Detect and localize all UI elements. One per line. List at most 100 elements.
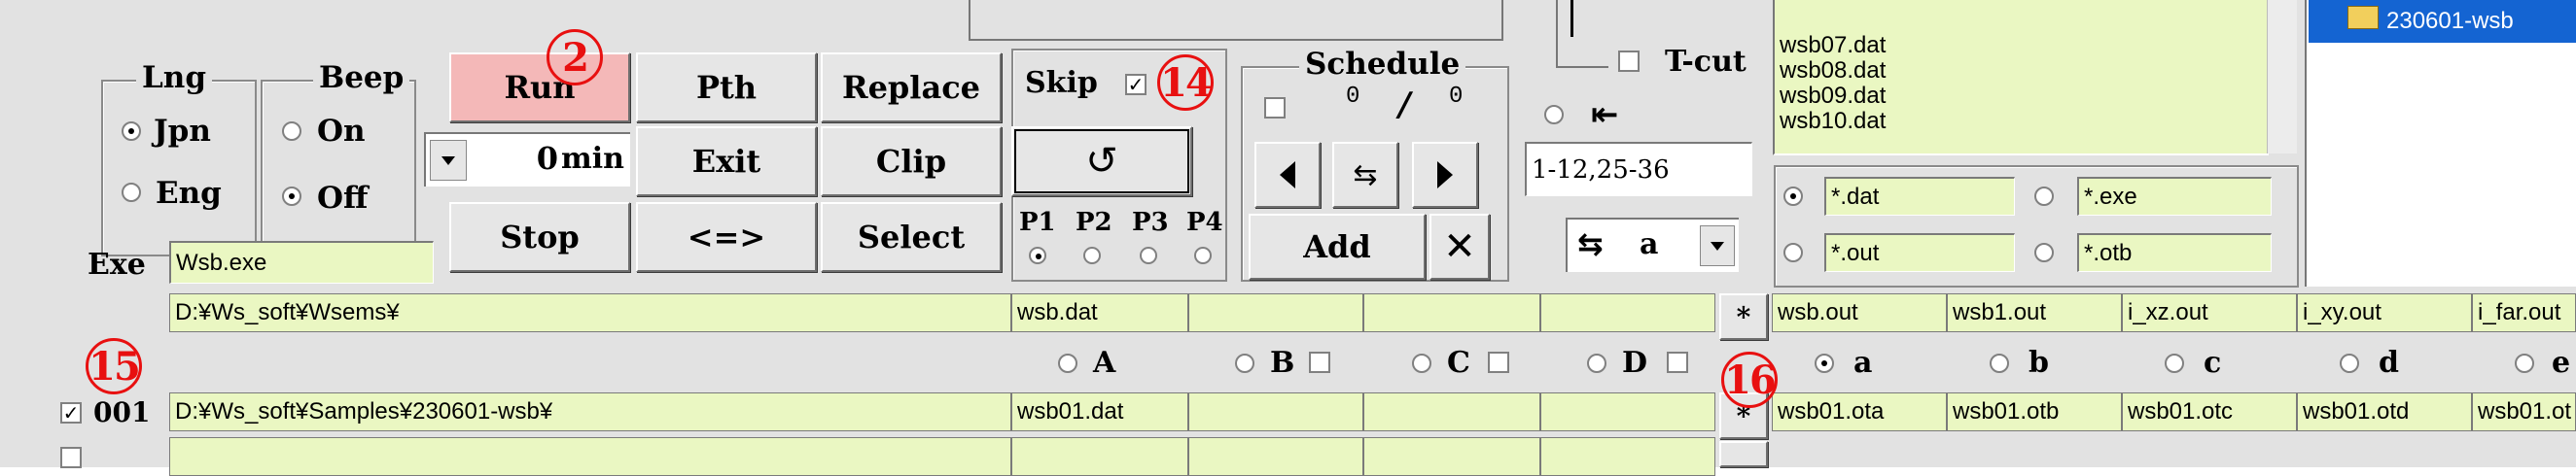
row-001-input-c[interactable] bbox=[1363, 392, 1540, 431]
row-001-output-b[interactable]: wsb01.otb bbox=[1947, 392, 2122, 431]
row-001-path[interactable]: D:¥Ws_soft¥Samples¥230601-wsb¥ bbox=[169, 392, 1011, 431]
annotation-badge-run: 2 bbox=[547, 29, 603, 85]
input-col-b-radio[interactable] bbox=[1235, 354, 1254, 373]
input-col-d-checkbox[interactable] bbox=[1667, 352, 1688, 373]
tcut-radio[interactable] bbox=[1544, 105, 1564, 124]
file-list-item[interactable]: wsb08.dat bbox=[1780, 58, 1886, 84]
output-col-c-radio[interactable] bbox=[2165, 354, 2184, 373]
row-002-marker-button[interactable] bbox=[1719, 441, 1768, 467]
folder-tree[interactable]: 230601-wsb bbox=[2305, 0, 2576, 287]
row-002-input-d[interactable] bbox=[1540, 437, 1715, 476]
min-spinner[interactable]: 0 min bbox=[424, 132, 630, 187]
tcut-checkbox[interactable] bbox=[1618, 51, 1640, 72]
base-marker-button[interactable]: * bbox=[1719, 293, 1768, 340]
input-col-a-radio[interactable] bbox=[1058, 354, 1077, 373]
schedule-center-button[interactable]: ⇆ bbox=[1332, 142, 1398, 208]
row-001-checkbox[interactable]: ✓ bbox=[60, 402, 82, 424]
replace-button[interactable]: Replace bbox=[821, 52, 1002, 122]
row-001-input-a[interactable]: wsb01.dat bbox=[1011, 392, 1188, 431]
skip-checkbox[interactable]: ✓ bbox=[1125, 74, 1147, 95]
select-button[interactable]: Select bbox=[821, 202, 1002, 272]
schedule-prev-button[interactable] bbox=[1254, 142, 1321, 208]
input-col-b-checkbox[interactable] bbox=[1309, 352, 1330, 373]
row-001-input-b[interactable] bbox=[1188, 392, 1363, 431]
clip-button[interactable]: Clip bbox=[821, 126, 1002, 196]
row-001-output-e[interactable]: wsb01.ot bbox=[2472, 392, 2576, 431]
output-col-e-radio[interactable] bbox=[2515, 354, 2534, 373]
stop-button[interactable]: Stop bbox=[449, 202, 630, 272]
p1-radio[interactable] bbox=[1029, 247, 1046, 264]
add-button[interactable]: Add bbox=[1249, 214, 1426, 280]
output-col-d-label: d bbox=[2379, 346, 2399, 380]
file-list-item[interactable]: wsb10.dat bbox=[1780, 109, 1886, 134]
lng-group-title: Lng bbox=[136, 62, 213, 93]
input-col-d-radio[interactable] bbox=[1587, 354, 1606, 373]
base-input-file-d[interactable] bbox=[1540, 293, 1715, 332]
filter-out-input[interactable]: *.out bbox=[1824, 233, 2015, 272]
lng-jpn-radio[interactable] bbox=[122, 121, 141, 141]
base-input-file-b[interactable] bbox=[1188, 293, 1363, 332]
input-col-c-checkbox[interactable] bbox=[1488, 352, 1509, 373]
p3-radio[interactable] bbox=[1140, 247, 1157, 264]
filter-dat-input[interactable]: *.dat bbox=[1824, 177, 2015, 216]
p4-radio[interactable] bbox=[1194, 247, 1212, 264]
p2-radio[interactable] bbox=[1083, 247, 1101, 264]
input-col-c-radio[interactable] bbox=[1412, 354, 1431, 373]
schedule-checkbox[interactable] bbox=[1264, 97, 1286, 119]
file-list-item[interactable]: wsb07.dat bbox=[1780, 33, 1886, 58]
base-output-c[interactable]: i_xz.out bbox=[2122, 293, 2297, 332]
run-button[interactable]: Run bbox=[449, 52, 630, 122]
output-col-a-label: a bbox=[1853, 346, 1873, 380]
beep-off-radio[interactable] bbox=[282, 187, 301, 206]
sort-select[interactable]: ⇆ a bbox=[1566, 218, 1739, 272]
base-output-a[interactable]: wsb.out bbox=[1772, 293, 1947, 332]
row-002-input-c[interactable] bbox=[1363, 437, 1540, 476]
filter-exe-input[interactable]: *.exe bbox=[2077, 177, 2272, 216]
output-col-b-radio[interactable] bbox=[1990, 354, 2009, 373]
chevron-down-icon bbox=[441, 155, 455, 165]
base-output-e[interactable]: i_far.out bbox=[2472, 293, 2576, 332]
row-002-checkbox[interactable] bbox=[60, 447, 82, 468]
filter-out-radio[interactable] bbox=[1783, 243, 1803, 262]
sort-dropdown-button[interactable] bbox=[1700, 225, 1735, 266]
p4-label: P4 bbox=[1186, 208, 1223, 237]
delete-button[interactable]: ✕ bbox=[1429, 214, 1490, 280]
output-col-d-radio[interactable] bbox=[2340, 354, 2359, 373]
row-002-input-b[interactable] bbox=[1188, 437, 1363, 476]
file-list[interactable]: wsb07.dat wsb08.dat wsb09.dat wsb10.dat bbox=[1773, 0, 2297, 155]
input-col-c-label: C bbox=[1447, 346, 1470, 380]
output-col-a-radio[interactable] bbox=[1815, 354, 1834, 373]
base-input-file[interactable]: wsb.dat bbox=[1011, 293, 1188, 332]
pth-button[interactable]: Pth bbox=[636, 52, 817, 122]
filter-exe-radio[interactable] bbox=[2034, 187, 2054, 206]
base-input-file-c[interactable] bbox=[1363, 293, 1540, 332]
row-001-output-a[interactable]: wsb01.ota bbox=[1772, 392, 1947, 431]
lng-eng-radio[interactable] bbox=[122, 183, 141, 202]
folder-item-selected[interactable]: 230601-wsb bbox=[2309, 0, 2576, 43]
triangle-left-icon bbox=[1280, 161, 1295, 188]
refresh-button[interactable]: ↺ bbox=[1011, 126, 1192, 196]
row-001-output-c[interactable]: wsb01.otc bbox=[2122, 392, 2297, 431]
swap-button[interactable]: <=> bbox=[636, 202, 817, 272]
triangle-right-icon bbox=[1437, 161, 1453, 188]
row-002-path[interactable] bbox=[169, 437, 1011, 476]
exe-input[interactable]: Wsb.exe bbox=[169, 241, 434, 284]
base-output-d[interactable]: i_xy.out bbox=[2297, 293, 2472, 332]
filter-dat-radio[interactable] bbox=[1783, 187, 1803, 206]
filter-otb-radio[interactable] bbox=[2034, 243, 2054, 262]
row-002-input-a[interactable] bbox=[1011, 437, 1188, 476]
beep-on-label: On bbox=[317, 114, 366, 149]
beep-on-radio[interactable] bbox=[282, 121, 301, 141]
exit-button[interactable]: Exit bbox=[636, 126, 817, 196]
row-001-input-d[interactable] bbox=[1540, 392, 1715, 431]
lng-jpn-label: Jpn bbox=[154, 114, 211, 149]
base-output-b[interactable]: wsb1.out bbox=[1947, 293, 2122, 332]
file-list-item[interactable]: wsb09.dat bbox=[1780, 84, 1886, 109]
row-001-output-d[interactable]: wsb01.otd bbox=[2297, 392, 2472, 431]
filter-otb-input[interactable]: *.otb bbox=[2077, 233, 2272, 272]
range-input[interactable]: 1-12,25-36 bbox=[1525, 142, 1752, 196]
base-path-field[interactable]: D:¥Ws_soft¥Wsems¥ bbox=[169, 293, 1011, 332]
spinner-dropdown-button[interactable] bbox=[430, 140, 467, 181]
list-scrollbar[interactable] bbox=[2267, 0, 2297, 153]
schedule-next-button[interactable] bbox=[1412, 142, 1478, 208]
